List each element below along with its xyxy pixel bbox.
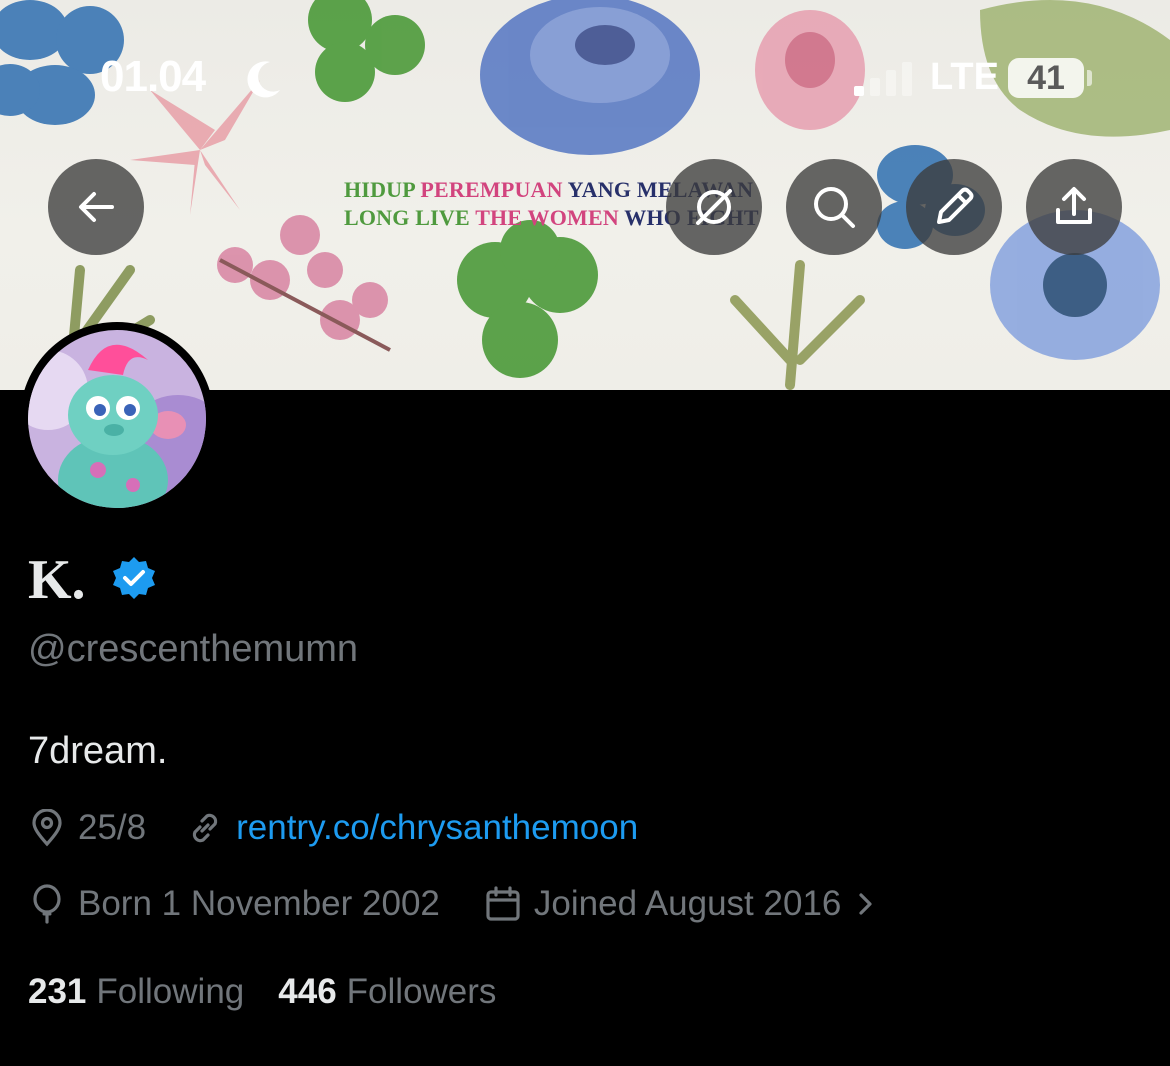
- avatar-character-illustration: [28, 330, 206, 508]
- calendar-icon: [486, 886, 520, 921]
- profile-bio: 7dream.: [28, 730, 168, 772]
- share-icon: [1056, 187, 1092, 224]
- following-label: Following: [96, 972, 245, 1011]
- birthday: Born 1 November 2002: [28, 884, 440, 924]
- following-link[interactable]: 231 Following: [28, 972, 244, 1012]
- grok-icon: [696, 189, 732, 225]
- network-type: LTE: [930, 56, 999, 98]
- location: 25/8: [28, 808, 146, 848]
- profile-avatar[interactable]: [20, 322, 214, 516]
- back-button[interactable]: [48, 159, 144, 255]
- followers-count: 446: [278, 972, 337, 1011]
- following-count: 231: [28, 972, 87, 1011]
- avatar-image: [28, 330, 206, 508]
- chevron-right-icon: [859, 893, 872, 915]
- location-pin-icon: [32, 809, 62, 847]
- grok-button[interactable]: [666, 159, 762, 255]
- followers-link[interactable]: 446 Followers: [278, 972, 496, 1012]
- status-time: 01.04: [100, 52, 206, 101]
- display-name: K.: [28, 549, 86, 611]
- edit-profile-button[interactable]: [906, 159, 1002, 255]
- follow-counts: 231 Following 446 Followers: [28, 972, 530, 1012]
- search-icon: [814, 187, 855, 228]
- edit-pencil-icon: [937, 187, 974, 224]
- profile-meta-row: 25/8 rentry.co/chrysanthemoon: [28, 808, 638, 848]
- banner-slogan-part: HIDUP: [344, 177, 421, 202]
- banner-slogan-part: PEREMPUAN: [420, 177, 568, 202]
- banner-slogan-part: LONG LIVE: [344, 205, 476, 230]
- battery-level: 41: [1027, 58, 1065, 97]
- location-text: 25/8: [78, 808, 147, 847]
- banner-slogan-part: THE WOMEN: [475, 205, 625, 230]
- battery-tip: [1087, 70, 1092, 86]
- link-icon: [192, 813, 218, 843]
- birthday-text: Born 1 November 2002: [78, 884, 440, 923]
- joined-date[interactable]: Joined August 2016: [484, 884, 881, 924]
- back-arrow-icon: [79, 192, 114, 222]
- signal-icon: [854, 62, 912, 96]
- website-link[interactable]: rentry.co/chrysanthemoon: [236, 808, 638, 848]
- user-handle: @crescenthemumn: [28, 628, 359, 670]
- website[interactable]: rentry.co/chrysanthemoon: [186, 808, 638, 848]
- share-button[interactable]: [1026, 159, 1122, 255]
- profile-meta-row: Born 1 November 2002 Joined August 2016: [28, 884, 881, 924]
- battery-indicator: 41: [1008, 58, 1084, 98]
- followers-label: Followers: [346, 972, 497, 1011]
- verified-badge-icon[interactable]: [110, 555, 158, 603]
- joined-text: Joined August 2016: [533, 884, 842, 923]
- moon-icon: [247, 61, 280, 98]
- search-button[interactable]: [786, 159, 882, 255]
- balloon-icon: [33, 884, 61, 924]
